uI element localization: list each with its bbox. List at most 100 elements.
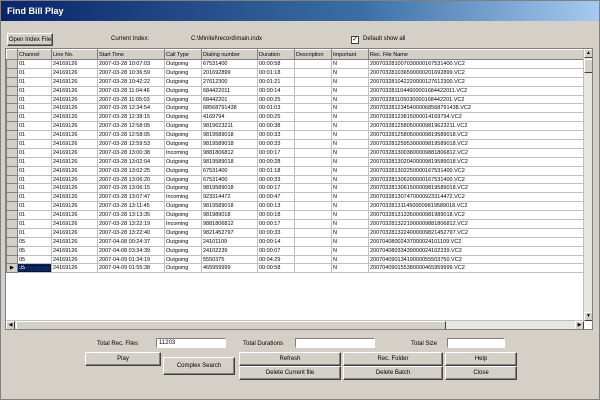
- cell-important[interactable]: N: [331, 263, 369, 274]
- cell-duration[interactable]: 00:01:21: [257, 76, 295, 87]
- cell-important[interactable]: N: [331, 76, 369, 87]
- cell-important[interactable]: N: [331, 183, 369, 194]
- help-button[interactable]: Help: [445, 352, 517, 366]
- cell-channel[interactable]: 01: [17, 59, 52, 69]
- cell-call-type[interactable]: Outgoing: [164, 112, 202, 123]
- cell-channel[interactable]: 01: [17, 94, 52, 105]
- cell-description[interactable]: [294, 130, 332, 141]
- cell-description[interactable]: [294, 263, 332, 274]
- cell-duration[interactable]: 00:00:17: [257, 219, 295, 229]
- cell-line-no[interactable]: 24169126: [51, 94, 98, 105]
- cell-description[interactable]: [294, 165, 332, 176]
- cell-important[interactable]: N: [331, 219, 369, 229]
- row-selector[interactable]: [6, 254, 18, 265]
- cell-dialing-number[interactable]: 9819589018: [201, 201, 258, 212]
- cell-dialing-number[interactable]: 24101109: [201, 236, 258, 247]
- column-header-start-time[interactable]: Start Time: [97, 49, 165, 60]
- cell-duration[interactable]: 00:00:14: [257, 236, 295, 247]
- cell-line-no[interactable]: 24169126: [51, 183, 98, 194]
- cell-description[interactable]: [294, 236, 332, 247]
- cell-duration[interactable]: 00:00:33: [257, 174, 295, 185]
- row-selector[interactable]: [6, 94, 18, 105]
- cell-channel[interactable]: 05: [17, 236, 52, 247]
- cell-important[interactable]: N: [331, 210, 369, 221]
- cell-rec-file-name[interactable]: 20070328130204000098195890​18.VC2: [368, 156, 585, 167]
- cell-duration[interactable]: 00:00:58: [257, 263, 295, 274]
- row-selector[interactable]: [6, 85, 18, 96]
- cell-important[interactable]: N: [331, 121, 369, 132]
- cell-start-time[interactable]: 2007-03-28 13:07:47: [97, 192, 165, 203]
- row-selector[interactable]: [6, 236, 18, 247]
- cell-channel[interactable]: 05: [17, 245, 52, 256]
- cell-line-no[interactable]: 24169126: [51, 254, 98, 265]
- row-selector[interactable]: [6, 210, 18, 221]
- cell-call-type[interactable]: Outgoing: [164, 183, 202, 194]
- rec-folder-button[interactable]: Rec. Folder: [343, 352, 443, 366]
- cell-call-type[interactable]: Outgoing: [164, 263, 202, 274]
- cell-channel[interactable]: 01: [17, 121, 52, 132]
- cell-call-type[interactable]: Outgoing: [164, 174, 202, 185]
- column-header-channel[interactable]: Channel: [17, 49, 52, 60]
- row-selector[interactable]: [6, 165, 18, 176]
- cell-dialing-number[interactable]: 201692899: [201, 67, 258, 78]
- cell-rec-file-name[interactable]: 20070328123454000068568791​438.VC2: [368, 103, 585, 114]
- column-header-duration[interactable]: Duration: [257, 49, 295, 60]
- cell-description[interactable]: [294, 219, 332, 229]
- cell-call-type[interactable]: Incoming: [164, 192, 202, 203]
- cell-call-type[interactable]: Outgoing: [164, 121, 202, 132]
- row-selector[interactable]: [6, 121, 18, 132]
- column-header-description[interactable]: Description: [294, 49, 332, 60]
- cell-important[interactable]: N: [331, 201, 369, 212]
- play-button[interactable]: Play: [85, 352, 161, 366]
- cell-channel[interactable]: 01: [17, 219, 52, 229]
- row-selector[interactable]: [6, 219, 18, 229]
- row-selector[interactable]: [6, 156, 18, 167]
- column-header-call-type[interactable]: Call Type: [164, 49, 202, 60]
- row-selector[interactable]: [6, 59, 18, 69]
- row-selector[interactable]: [6, 192, 18, 203]
- cell-channel[interactable]: 01: [17, 139, 52, 149]
- cell-rec-file-name[interactable]: 20070328131335000098198901​8.VC2: [368, 210, 585, 221]
- row-selector[interactable]: [6, 147, 18, 158]
- cell-start-time[interactable]: 2007-03-28 13:06:15: [97, 183, 165, 194]
- cell-duration[interactable]: 00:01:18: [257, 165, 295, 176]
- cell-call-type[interactable]: Outgoing: [164, 139, 202, 149]
- cell-rec-file-name[interactable]: 20070408033439000024102239​.VC2: [368, 245, 585, 256]
- cell-start-time[interactable]: 2007-04-09 01:55:38: [97, 263, 165, 274]
- cell-important[interactable]: N: [331, 147, 369, 158]
- cell-line-no[interactable]: 24169126: [51, 121, 98, 132]
- cell-start-time[interactable]: 2007-03-28 12:59:53: [97, 139, 165, 149]
- cell-channel[interactable]: 01: [17, 67, 52, 78]
- table-row[interactable]: 01 24169126 2007-03-28 13:22:19 Incoming 988…: [6, 219, 585, 229]
- table-row[interactable]: 01 24169126 2007-03-28 13:06:15 Outgoing 981…: [6, 183, 585, 194]
- cell-description[interactable]: [294, 192, 332, 203]
- cell-channel[interactable]: 01: [17, 227, 52, 238]
- cell-call-type[interactable]: Outgoing: [164, 94, 202, 105]
- column-header-important[interactable]: Important: [331, 49, 369, 60]
- row-selector[interactable]: [6, 130, 18, 141]
- scroll-down-arrow-icon[interactable]: ▼: [584, 312, 592, 321]
- table-row[interactable]: 01 24169126 2007-03-28 11:04:46 Outgoing 684…: [6, 85, 585, 96]
- cell-line-no[interactable]: 24169126: [51, 210, 98, 221]
- cell-call-type[interactable]: Outgoing: [164, 201, 202, 212]
- cell-line-no[interactable]: 24169126: [51, 103, 98, 114]
- cell-duration[interactable]: 00:00:33: [257, 130, 295, 141]
- table-row[interactable]: 05 24169126 2007-04-08 00:24:37 Outgoing 241…: [6, 236, 585, 247]
- cell-rec-file-name[interactable]: 20070328103659000020169289​9.VC2: [368, 67, 585, 78]
- cell-dialing-number[interactable]: 465959999: [201, 263, 258, 274]
- table-row[interactable]: 01 24169126 2007-03-28 10:07:03 Outgoing 675…: [6, 59, 585, 69]
- cell-duration[interactable]: 00:00:28: [257, 156, 295, 167]
- table-row[interactable]: 01 24169126 2007-03-28 12:59:53 Outgoing 981…: [6, 139, 585, 149]
- table-row[interactable]: 05 24169126 2007-04-09 01:34:19 Outgoing 555…: [6, 254, 585, 265]
- scroll-right-arrow-icon[interactable]: ▶: [575, 321, 584, 329]
- cell-description[interactable]: [294, 139, 332, 149]
- horizontal-scroll-thumb[interactable]: [16, 321, 446, 329]
- cell-channel[interactable]: 01: [17, 174, 52, 185]
- row-selector[interactable]: [6, 245, 18, 256]
- table-row[interactable]: 01 24169126 2007-03-28 12:38:15 Outgoing 416…: [6, 112, 585, 123]
- cell-important[interactable]: N: [331, 112, 369, 123]
- cell-important[interactable]: N: [331, 236, 369, 247]
- cell-description[interactable]: [294, 94, 332, 105]
- cell-call-type[interactable]: Incoming: [164, 147, 202, 158]
- cell-rec-file-name[interactable]: 20070328123815000014169794​.VC2: [368, 112, 585, 123]
